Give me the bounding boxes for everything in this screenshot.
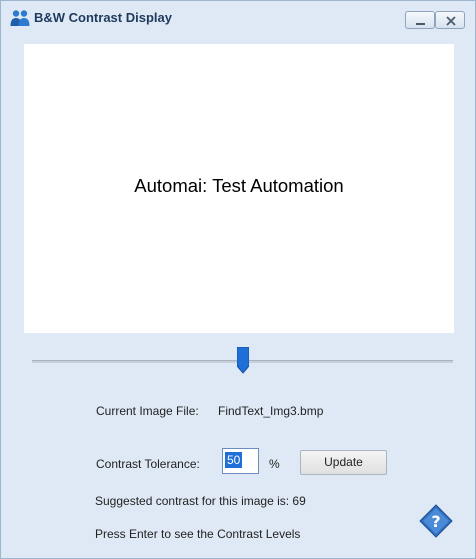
contrast-window: B&W Contrast Display Automai: Test Autom… bbox=[0, 0, 476, 559]
contrast-tolerance-value: 50 bbox=[225, 452, 243, 468]
contrast-tolerance-label: Contrast Tolerance: bbox=[96, 457, 200, 471]
image-preview: Automai: Test Automation bbox=[24, 44, 454, 333]
title-bar[interactable]: B&W Contrast Display bbox=[1, 1, 475, 35]
preview-text: Automai: Test Automation bbox=[134, 175, 344, 196]
contrast-slider[interactable] bbox=[32, 346, 453, 376]
contrast-tolerance-input[interactable]: 50 bbox=[222, 448, 259, 474]
instruction-text: Press Enter to see the Contrast Levels bbox=[95, 527, 301, 541]
suggested-contrast-text: Suggested contrast for this image is: 69 bbox=[95, 494, 306, 508]
close-button[interactable] bbox=[435, 11, 465, 29]
slider-thumb[interactable] bbox=[237, 347, 249, 374]
update-button[interactable]: Update bbox=[300, 450, 387, 475]
current-file-label: Current Image File: bbox=[96, 404, 199, 418]
help-icon[interactable]: ? bbox=[419, 504, 453, 538]
minimize-icon bbox=[416, 23, 425, 25]
minimize-button[interactable] bbox=[405, 11, 435, 29]
window-title: B&W Contrast Display bbox=[34, 10, 172, 25]
percent-unit: % bbox=[269, 457, 280, 471]
close-icon bbox=[446, 16, 456, 26]
svg-text:?: ? bbox=[431, 512, 440, 531]
users-icon bbox=[10, 10, 30, 26]
current-file-value: FindText_Img3.bmp bbox=[218, 404, 324, 418]
